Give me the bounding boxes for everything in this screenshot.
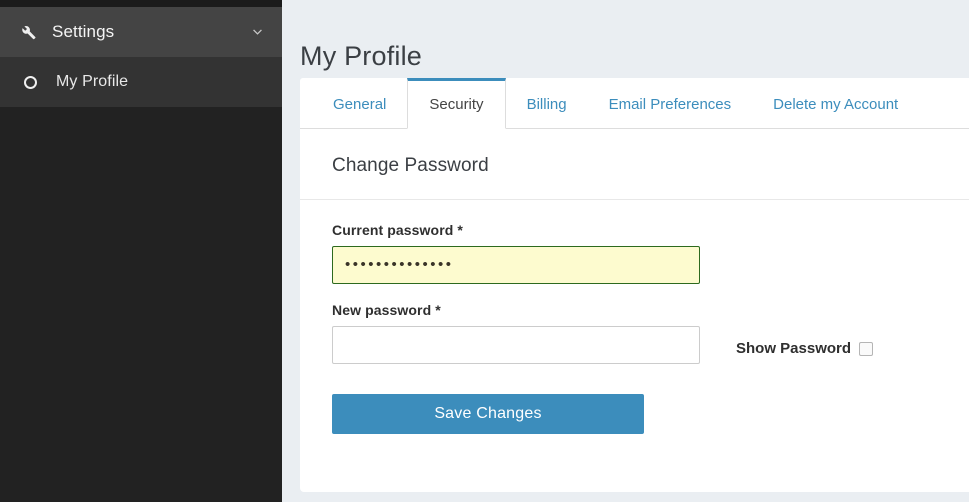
main-content: My Profile General Security Billing Emai… [282,0,969,502]
current-password-label: Current password * [332,222,463,238]
sidebar-item-my-profile[interactable]: My Profile [0,57,282,107]
show-password-toggle[interactable]: Show Password [736,340,874,357]
sidebar-group-settings[interactable]: Settings [0,7,282,57]
tab-general[interactable]: General [312,78,407,128]
profile-panel: General Security Billing Email Preferenc… [300,78,969,492]
app-root: Settings My Profile My Profile General S… [0,0,969,502]
chevron-down-icon[interactable] [248,23,266,41]
current-password-input[interactable]: •••••••••••••• [332,246,700,284]
tab-billing[interactable]: Billing [506,78,588,128]
wrench-icon [18,22,38,42]
tab-delete-my-account[interactable]: Delete my Account [752,78,919,128]
section-divider [300,199,969,200]
current-password-field-block: Current password * •••••••••••••• [332,222,969,284]
section-title: Change Password [332,155,489,176]
new-password-row: Show Password [332,326,969,364]
sidebar-group-label: Settings [52,22,115,41]
new-password-label: New password * [332,302,441,318]
page-title: My Profile [300,41,423,72]
change-password-form: Change Password Current password * •••••… [300,129,969,452]
save-changes-button[interactable]: Save Changes [332,394,644,434]
show-password-label: Show Password [736,340,852,357]
sidebar: Settings My Profile [0,0,282,502]
show-password-checkbox[interactable] [859,341,874,356]
tab-email-preferences[interactable]: Email Preferences [588,78,753,128]
sidebar-top-strip [0,0,282,7]
circle-icon [20,72,40,92]
sidebar-item-label: My Profile [56,73,129,90]
new-password-input[interactable] [332,326,700,364]
tab-bar: General Security Billing Email Preferenc… [300,78,969,129]
new-password-field-block: New password * Show Password [332,302,969,364]
tab-security[interactable]: Security [407,78,506,129]
